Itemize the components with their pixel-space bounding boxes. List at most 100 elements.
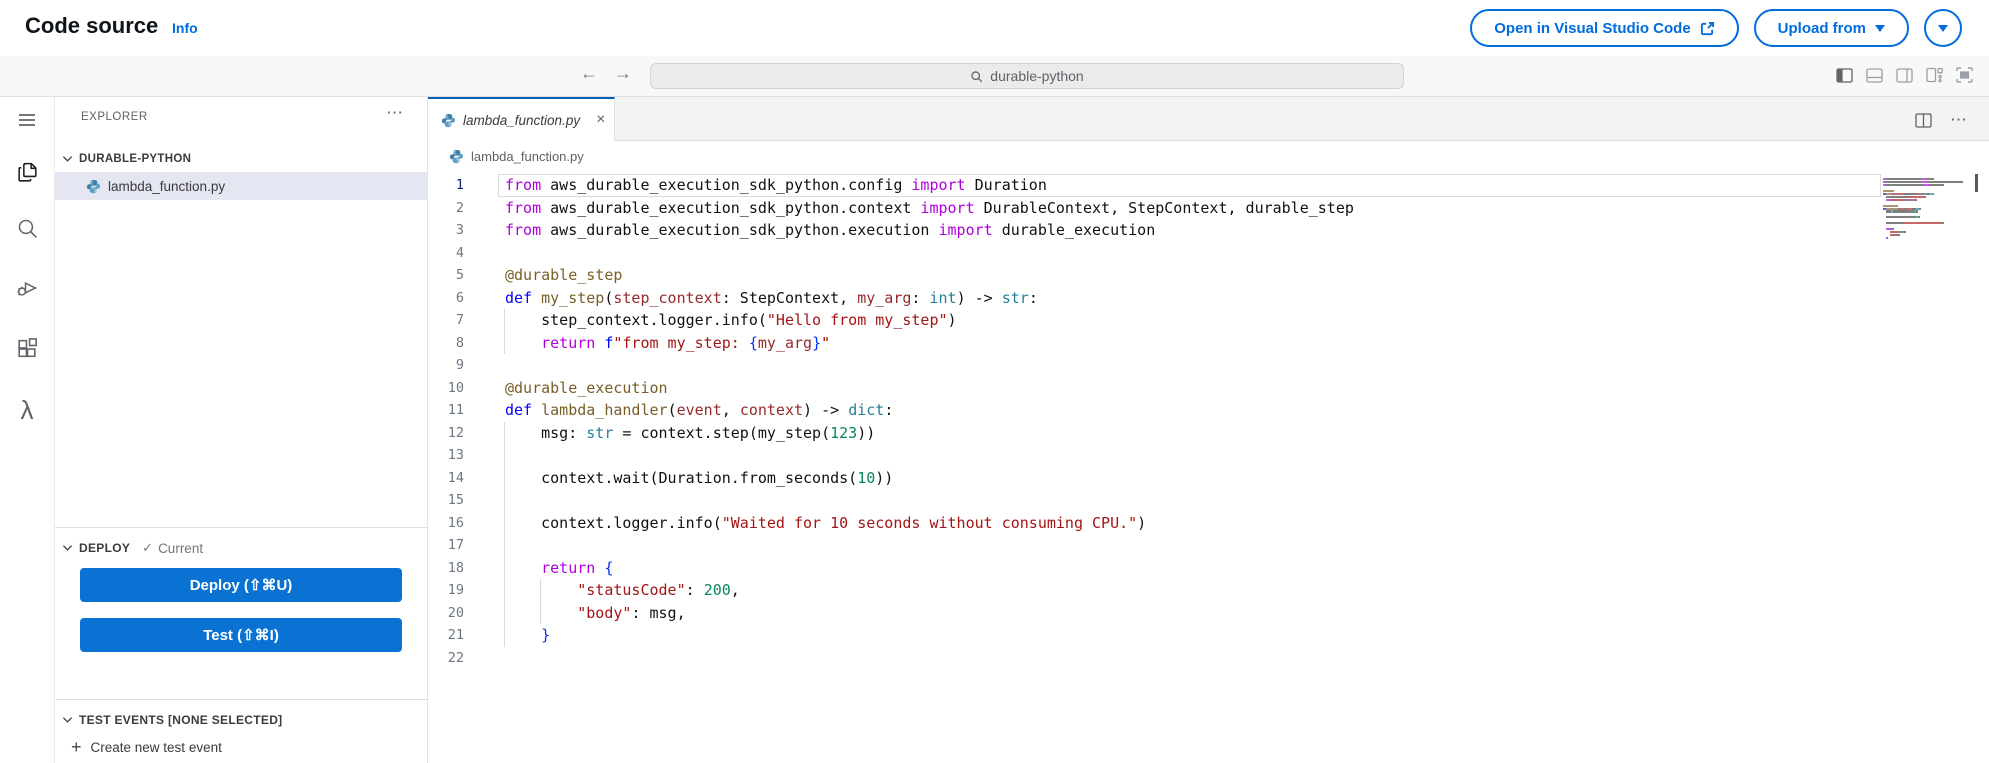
code-line: 14 context.wait(Duration.from_seconds(10… <box>428 466 1989 489</box>
minimap-line <box>1883 234 1900 237</box>
section-divider <box>55 699 427 700</box>
explorer-files-icon[interactable] <box>0 154 54 190</box>
open-in-vscode-button[interactable]: Open in Visual Studio Code <box>1470 9 1739 47</box>
close-icon[interactable]: × <box>596 111 605 129</box>
explorer-sidebar: EXPLORER ⋯ DURABLE-PYTHON lambda_functio… <box>55 97 428 763</box>
breadcrumb-file: lambda_function.py <box>471 149 584 164</box>
layout-controls <box>1836 67 1973 83</box>
run-debug-icon[interactable] <box>0 270 54 306</box>
code-line: 13 <box>428 444 1989 467</box>
line-number: 6 <box>455 289 464 306</box>
code-text: @durable_step <box>505 266 623 284</box>
code-line: 21 } <box>428 624 1989 647</box>
code-text: def lambda_handler(event, context) -> di… <box>505 401 894 419</box>
minimap-line <box>1883 195 1927 198</box>
code-line: 7 step_context.logger.info("Hello from m… <box>428 309 1989 332</box>
deploy-status: Current <box>158 540 204 556</box>
caret-down-icon <box>1875 24 1885 32</box>
extensions-icon[interactable] <box>0 330 54 366</box>
code-editor[interactable]: 1 from aws_durable_execution_sdk_python.c… <box>428 172 1989 763</box>
minimap-line <box>1883 237 1888 240</box>
aws-lambda-icon[interactable]: λ <box>0 392 54 428</box>
nav-back-icon[interactable]: ← <box>580 63 598 84</box>
editor-actions: ⋯ <box>1915 110 1967 130</box>
line-number: 3 <box>455 222 464 238</box>
tab-lambda-function[interactable]: lambda_function.py × <box>428 97 615 141</box>
line-number: 4 <box>455 244 464 261</box>
line-number: 22 <box>447 649 464 666</box>
line-number: 15 <box>447 492 464 508</box>
code-line: 20 "body": msg, <box>428 601 1989 624</box>
line-number: 8 <box>455 334 464 351</box>
search-input[interactable]: durable-python <box>650 63 1404 89</box>
file-name: lambda_function.py <box>108 178 226 194</box>
tab-bar: lambda_function.py × ⋯ <box>428 97 1989 141</box>
scrollbar-thumb[interactable] <box>1975 174 1978 192</box>
upload-from-button[interactable]: Upload from <box>1753 9 1909 47</box>
project-name: DURABLE-PYTHON <box>79 152 192 165</box>
minimap-line <box>1883 222 1944 225</box>
minimap-line <box>1883 189 1895 192</box>
header-actions: Open in Visual Studio Code Upload from <box>1470 9 1962 47</box>
python-file-icon <box>449 149 464 164</box>
explorer-more-icon[interactable]: ⋯ <box>386 103 403 123</box>
plus-icon: + <box>71 737 82 757</box>
line-number: 5 <box>455 267 464 283</box>
code-line: 1 from aws_durable_execution_sdk_python.c… <box>428 174 1989 197</box>
chevron-down-icon <box>62 155 73 163</box>
deploy-section-header[interactable]: DEPLOY ✓ Current <box>55 535 427 561</box>
check-icon: ✓ <box>142 540 154 555</box>
code-text: step_context.logger.info("Hello from my_… <box>505 311 957 329</box>
test-button[interactable]: Test (⇧⌘I) <box>80 618 402 652</box>
more-actions-circle-button[interactable] <box>1924 9 1962 47</box>
create-test-event-button[interactable]: + Create new test event <box>55 734 427 760</box>
code-text: return { <box>541 558 614 577</box>
code-text: return f"from my_step: {my_arg}" <box>541 333 831 352</box>
maximize-panel-icon[interactable] <box>1956 67 1973 83</box>
toggle-panel-icon[interactable] <box>1866 67 1883 83</box>
search-icon <box>970 70 983 83</box>
code-line: 6 def my_step(step_context: StepContext, … <box>428 287 1989 310</box>
line-number: 1 <box>455 177 464 193</box>
line-number: 2 <box>455 199 464 216</box>
search-icon[interactable] <box>0 210 54 246</box>
deploy-button[interactable]: Deploy (⇧⌘U) <box>80 568 402 602</box>
create-test-event-label: Create new test event <box>90 739 222 755</box>
tab-label: lambda_function.py <box>463 112 581 128</box>
code-line: 10 @durable_execution <box>428 377 1989 400</box>
section-divider <box>55 527 427 528</box>
indent-guide <box>504 489 505 512</box>
minimap[interactable] <box>1883 178 1969 308</box>
minimap-line <box>1883 204 1899 207</box>
breadcrumb[interactable]: lambda_function.py <box>428 141 1989 172</box>
toggle-primary-sidebar-icon[interactable] <box>1836 67 1853 83</box>
search-value: durable-python <box>990 68 1084 84</box>
customize-layout-icon[interactable] <box>1926 67 1943 83</box>
minimap-line <box>1883 183 1945 186</box>
code-line: 4 <box>428 242 1989 265</box>
tree-item-file-selected[interactable]: lambda_function.py <box>55 172 427 200</box>
code-text: def my_step(step_context: StepContext, m… <box>505 288 1038 307</box>
indent-guide <box>504 534 505 557</box>
test-events-section-header[interactable]: TEST EVENTS [NONE SELECTED] <box>55 707 427 733</box>
split-editor-icon[interactable] <box>1915 112 1932 128</box>
menu-icon[interactable] <box>0 102 54 138</box>
minimap-line <box>1883 198 1917 201</box>
explorer-title: EXPLORER <box>81 111 148 123</box>
tree-item-project[interactable]: DURABLE-PYTHON <box>55 145 427 172</box>
line-number: 20 <box>447 604 464 621</box>
nav-forward-icon[interactable]: → <box>614 63 632 84</box>
minimap-line <box>1883 210 1918 213</box>
caret-down-icon <box>1938 24 1948 32</box>
deploy-section-title: DEPLOY <box>79 541 131 555</box>
line-number: 9 <box>455 357 464 373</box>
code-line: 9 <box>428 354 1989 377</box>
lambda-code-source-page: Code source Info Open in Visual Studio C… <box>0 0 1989 763</box>
code-line: 3 from aws_durable_execution_sdk_python.e… <box>428 219 1989 242</box>
code-text: } <box>541 626 551 644</box>
info-link[interactable]: Info <box>172 20 198 36</box>
code-text: context.logger.info("Waited for 10 secon… <box>505 513 1147 532</box>
more-actions-icon[interactable]: ⋯ <box>1950 110 1967 130</box>
toggle-secondary-sidebar-icon[interactable] <box>1896 67 1913 83</box>
line-number: 13 <box>447 447 464 463</box>
